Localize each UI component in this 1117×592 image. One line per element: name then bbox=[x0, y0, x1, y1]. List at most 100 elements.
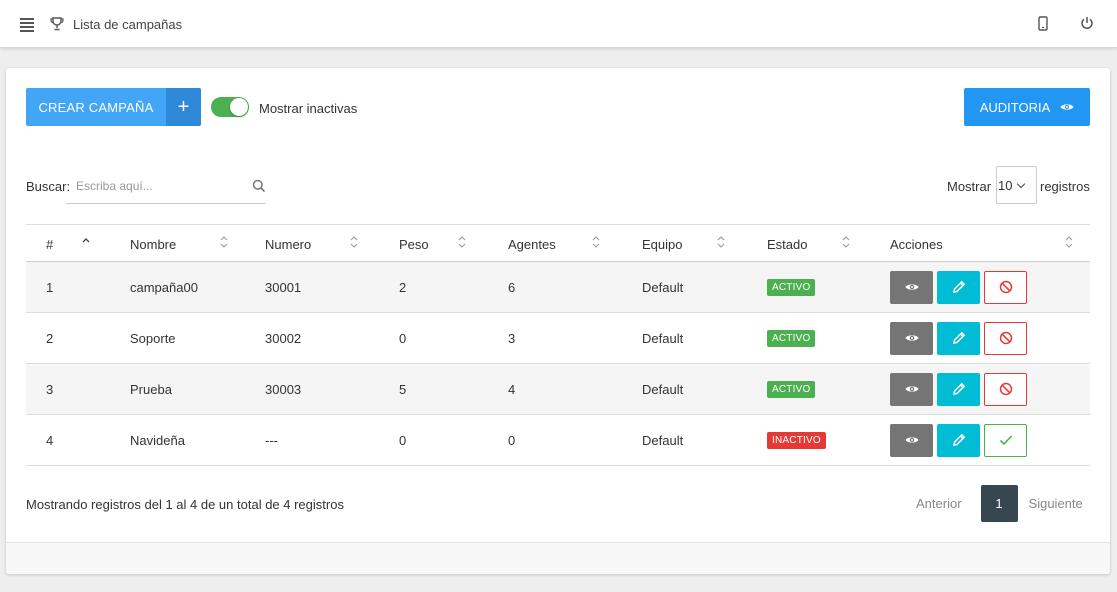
page-size-select[interactable]: 10 bbox=[996, 166, 1037, 204]
pencil-icon bbox=[952, 433, 965, 446]
table-info: Mostrando registros del 1 al 4 de un tot… bbox=[26, 497, 344, 512]
column-header-acciones[interactable]: Acciones bbox=[870, 225, 1090, 262]
cell-agentes: 4 bbox=[508, 381, 516, 397]
column-header-equipo[interactable]: Equipo bbox=[622, 225, 747, 262]
sort-icon[interactable] bbox=[717, 236, 725, 248]
cell-peso: 2 bbox=[399, 279, 407, 295]
trophy-icon bbox=[50, 17, 64, 31]
menu-icon[interactable] bbox=[20, 18, 34, 32]
edit-button[interactable] bbox=[937, 372, 980, 406]
cell-peso: 5 bbox=[399, 381, 407, 397]
cell-numero: 30002 bbox=[265, 330, 302, 346]
plus-icon[interactable]: + bbox=[166, 88, 201, 126]
create-campaign-button[interactable]: CREAR CAMPAÑA + bbox=[26, 88, 201, 126]
pagination: Anterior 1 Siguiente bbox=[916, 485, 1083, 522]
cell-acciones bbox=[870, 313, 1090, 364]
cell-agentes: 0 bbox=[508, 432, 516, 448]
cell-nombre: Navideña bbox=[130, 432, 185, 448]
eye-icon bbox=[1060, 104, 1074, 110]
sort-icon[interactable] bbox=[1065, 236, 1073, 248]
page-button-1[interactable]: 1 bbox=[980, 485, 1018, 522]
next-page-link[interactable]: Siguiente bbox=[1029, 496, 1083, 511]
status-badge: ACTIVO bbox=[767, 279, 816, 296]
column-header-estado[interactable]: Estado bbox=[747, 225, 870, 262]
cell-peso: 0 bbox=[399, 330, 407, 346]
search-label: Buscar: bbox=[26, 179, 71, 194]
column-header-nombre[interactable]: Nombre bbox=[110, 225, 245, 262]
campaigns-card: CREAR CAMPAÑA + Mostrar inactivas AUDITO… bbox=[6, 68, 1110, 574]
card-footer bbox=[6, 542, 1110, 574]
sort-icon[interactable] bbox=[220, 236, 228, 248]
edit-button[interactable] bbox=[937, 423, 980, 457]
eye-icon bbox=[905, 335, 918, 341]
create-campaign-label[interactable]: CREAR CAMPAÑA bbox=[26, 88, 166, 126]
cell-acciones bbox=[870, 364, 1090, 415]
column-header-agentes[interactable]: Agentes bbox=[488, 225, 622, 262]
status-badge: INACTIVO bbox=[767, 432, 826, 449]
view-button[interactable] bbox=[890, 321, 933, 355]
toggle-knob[interactable] bbox=[230, 98, 248, 116]
column-header-numero[interactable]: Numero bbox=[245, 225, 379, 262]
block-icon bbox=[999, 382, 1012, 396]
cell-num: 4 bbox=[46, 432, 54, 448]
search-box bbox=[66, 172, 266, 204]
sort-icon[interactable] bbox=[842, 236, 850, 248]
status-badge: ACTIVO bbox=[767, 381, 816, 398]
power-icon[interactable] bbox=[1080, 16, 1094, 30]
cell-peso: 0 bbox=[399, 432, 407, 448]
pencil-icon bbox=[952, 382, 965, 395]
page-size-value: 10 bbox=[998, 177, 1013, 193]
page-size-label: Mostrar bbox=[947, 179, 992, 194]
view-button[interactable] bbox=[890, 270, 933, 304]
pencil-icon bbox=[952, 331, 965, 344]
cell-num: 1 bbox=[46, 279, 54, 295]
table-row: 2 Soporte 30002 0 3 Default ACTIVO bbox=[26, 313, 1090, 364]
edit-button[interactable] bbox=[937, 321, 980, 355]
deactivate-button[interactable] bbox=[984, 321, 1027, 355]
deactivate-button[interactable] bbox=[984, 270, 1027, 304]
prev-page-link[interactable]: Anterior bbox=[916, 496, 962, 511]
eye-icon bbox=[905, 437, 918, 443]
status-badge: ACTIVO bbox=[767, 330, 816, 347]
cell-equipo: Default bbox=[642, 432, 684, 448]
show-inactive-toggle[interactable] bbox=[211, 97, 249, 117]
page-size-suffix: registros bbox=[1040, 179, 1090, 194]
edit-button[interactable] bbox=[937, 270, 980, 304]
column-header-num[interactable]: # bbox=[26, 225, 110, 262]
table-row: 4 Navideña --- 0 0 Default INACTIVO bbox=[26, 415, 1090, 466]
cell-numero: --- bbox=[265, 432, 278, 448]
chevron-down-icon bbox=[1017, 179, 1026, 188]
sort-asc-icon[interactable] bbox=[82, 236, 90, 248]
sort-icon[interactable] bbox=[592, 236, 600, 248]
table-header-row: # Nombre Numero Peso Agentes Equipo Esta… bbox=[26, 224, 1090, 262]
eye-icon bbox=[905, 386, 918, 392]
cell-nombre: Soporte bbox=[130, 330, 176, 346]
check-icon bbox=[999, 435, 1012, 446]
deactivate-button[interactable] bbox=[984, 372, 1027, 406]
cell-equipo: Default bbox=[642, 330, 684, 346]
cell-nombre: Prueba bbox=[130, 381, 172, 397]
show-inactive-label: Mostrar inactivas bbox=[259, 101, 358, 116]
campaigns-table: # Nombre Numero Peso Agentes Equipo Esta… bbox=[26, 224, 1090, 466]
audit-button[interactable]: AUDITORIA bbox=[964, 88, 1090, 126]
activate-button[interactable] bbox=[984, 423, 1027, 457]
cell-equipo: Default bbox=[642, 279, 684, 295]
cell-agentes: 6 bbox=[508, 279, 516, 295]
sort-icon[interactable] bbox=[350, 236, 358, 248]
phone-icon[interactable] bbox=[1038, 16, 1048, 31]
audit-label[interactable]: AUDITORIA bbox=[980, 100, 1051, 115]
cell-equipo: Default bbox=[642, 381, 684, 397]
search-input[interactable] bbox=[76, 179, 241, 193]
view-button[interactable] bbox=[890, 372, 933, 406]
eye-icon bbox=[905, 284, 918, 290]
page-title: Lista de campañas bbox=[73, 17, 183, 32]
table-row: 3 Prueba 30003 5 4 Default ACTIVO bbox=[26, 363, 1090, 415]
view-button[interactable] bbox=[890, 423, 933, 457]
cell-acciones bbox=[870, 415, 1090, 466]
search-icon[interactable] bbox=[252, 179, 266, 193]
column-header-peso[interactable]: Peso bbox=[379, 225, 488, 262]
pencil-icon bbox=[952, 280, 965, 293]
top-bar: Lista de campañas bbox=[0, 0, 1117, 48]
cell-num: 3 bbox=[46, 381, 54, 397]
sort-icon[interactable] bbox=[458, 236, 466, 248]
